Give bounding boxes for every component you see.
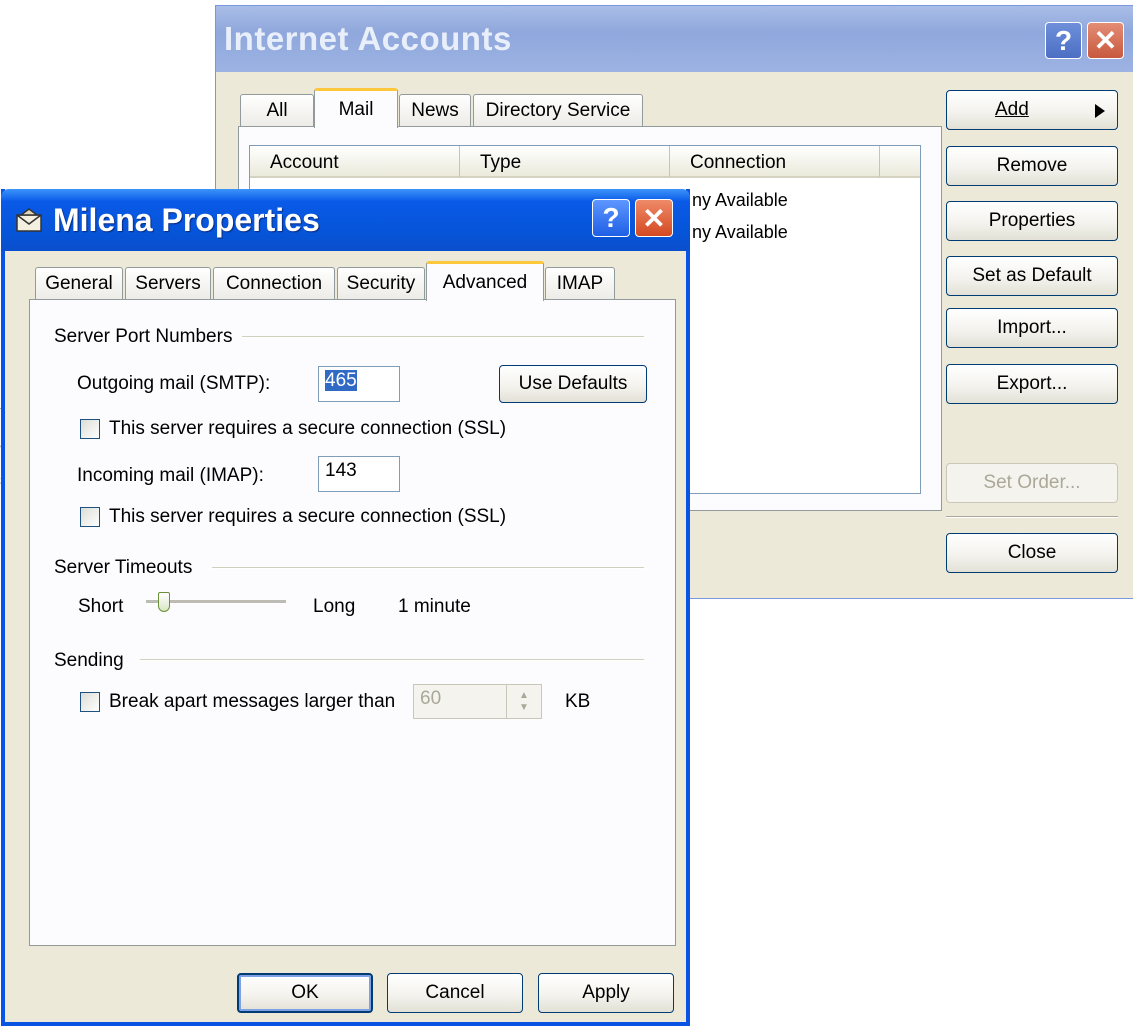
import-button[interactable]: Import... [946, 308, 1118, 348]
cancel-button[interactable]: Cancel [387, 973, 523, 1013]
incoming-mail-label: Incoming mail (IMAP): [77, 465, 264, 486]
internet-accounts-title: Internet Accounts [224, 20, 512, 57]
add-button-label: Add [995, 99, 1029, 120]
tab-security[interactable]: Security [337, 267, 425, 300]
tab-imap[interactable]: IMAP [545, 267, 615, 300]
tab-news[interactable]: News [399, 94, 471, 127]
remove-button[interactable]: Remove [946, 146, 1118, 186]
incoming-port-input[interactable]: 143 [318, 456, 400, 492]
outgoing-mail-label: Outgoing mail (SMTP): [77, 373, 271, 394]
server-port-numbers-heading: Server Port Numbers [54, 326, 233, 347]
close-icon[interactable]: ✕ [635, 199, 673, 237]
size-unit-label: KB [565, 691, 591, 712]
timeout-long-label: Long [313, 596, 356, 617]
table-row[interactable]: ny Available [692, 190, 788, 211]
timeout-short-label: Short [78, 596, 124, 617]
column-header-type[interactable]: Type [460, 146, 670, 178]
add-button[interactable]: Add [946, 90, 1118, 130]
button-separator [946, 516, 1118, 518]
section-divider [212, 567, 644, 569]
use-defaults-button[interactable]: Use Defaults [499, 365, 647, 403]
apply-button[interactable]: Apply [538, 973, 674, 1013]
export-button[interactable]: Export... [946, 364, 1118, 404]
help-icon[interactable]: ? [1045, 22, 1082, 59]
close-button[interactable]: Close [946, 533, 1118, 573]
ssl-outgoing-label[interactable]: This server requires a secure connection… [109, 418, 506, 440]
outgoing-port-value: 465 [325, 370, 357, 391]
ok-button[interactable]: OK [237, 973, 373, 1013]
tab-general[interactable]: General [35, 267, 123, 300]
milena-properties-title: Milena Properties [53, 202, 320, 238]
timeout-value: 1 minute [398, 596, 471, 617]
timeout-slider-thumb[interactable] [158, 592, 170, 612]
set-as-default-button[interactable]: Set as Default [946, 256, 1118, 296]
ssl-incoming-checkbox[interactable] [80, 507, 100, 527]
table-row[interactable]: ny Available [692, 222, 788, 243]
break-apart-checkbox[interactable] [80, 692, 100, 712]
tab-all[interactable]: All [240, 94, 314, 127]
message-size-spinner: ▲ ▼ [506, 684, 542, 719]
section-divider [242, 336, 644, 338]
tab-mail[interactable]: Mail [314, 88, 398, 128]
internet-accounts-titlebar: Internet Accounts ? ✕ [216, 6, 1133, 72]
tab-directory-service[interactable]: Directory Service [473, 94, 643, 127]
outgoing-port-input[interactable]: 465 [318, 366, 400, 402]
server-timeouts-heading: Server Timeouts [54, 557, 193, 578]
message-size-input: 60 [413, 684, 507, 719]
column-header-connection[interactable]: Connection [670, 146, 880, 178]
help-icon[interactable]: ? [592, 199, 630, 237]
section-divider [140, 659, 644, 661]
properties-button[interactable]: Properties [946, 201, 1118, 241]
column-header-filler [880, 146, 920, 178]
ssl-outgoing-checkbox[interactable] [80, 419, 100, 439]
tab-servers[interactable]: Servers [125, 267, 211, 300]
break-apart-label[interactable]: Break apart messages larger than [109, 691, 395, 713]
sending-heading: Sending [54, 650, 124, 671]
spinner-down-icon: ▼ [519, 701, 529, 713]
close-icon[interactable]: ✕ [1087, 22, 1124, 59]
spinner-up-icon: ▲ [519, 689, 529, 701]
ssl-incoming-label[interactable]: This server requires a secure connection… [109, 506, 506, 528]
tab-advanced[interactable]: Advanced [426, 261, 544, 301]
envelope-icon [16, 208, 42, 232]
milena-properties-titlebar: Milena Properties ? ✕ [1, 189, 690, 251]
tab-connection[interactable]: Connection [213, 267, 335, 300]
column-header-account[interactable]: Account [250, 146, 460, 178]
set-order-button: Set Order... [946, 463, 1118, 503]
triangle-right-icon [1095, 104, 1105, 118]
